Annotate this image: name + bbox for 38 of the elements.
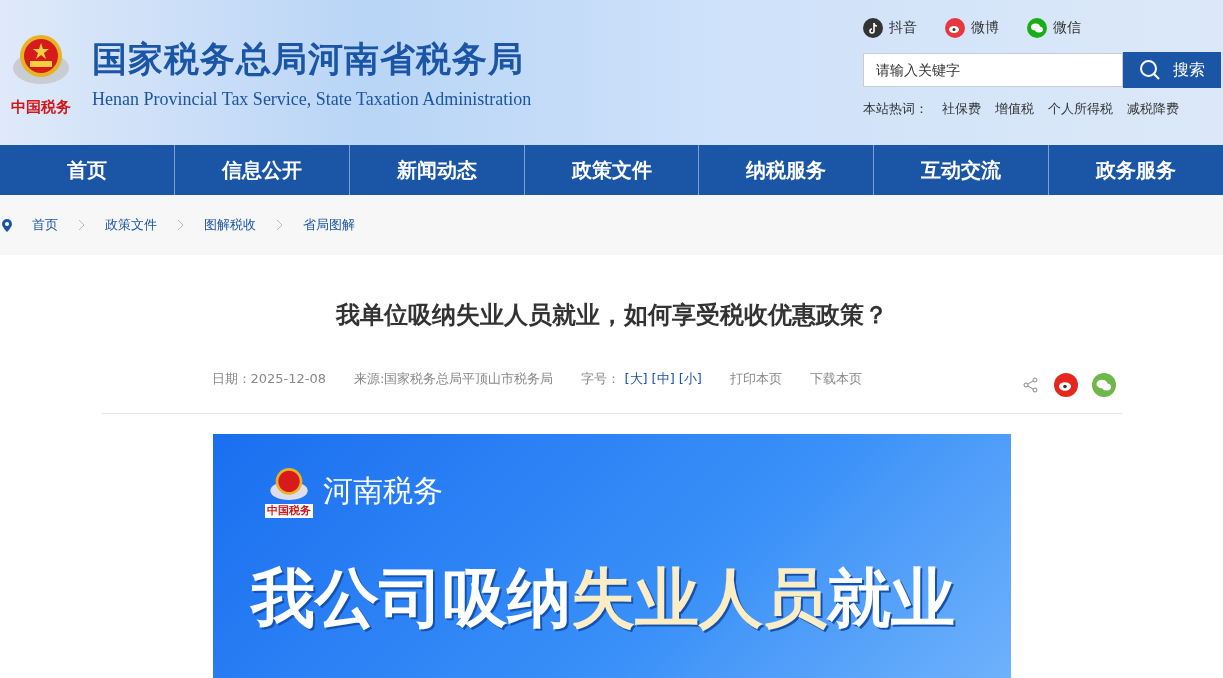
nav-item[interactable]: 首页 [0, 145, 174, 195]
chat-bubbles-icon [1027, 18, 1047, 38]
page-action-link[interactable]: 下载本页 [809, 370, 862, 388]
breadcrumb-link[interactable]: 首页 [32, 216, 58, 234]
logo-caption: 中国税务 [264, 504, 313, 519]
font-size-label: 字号： [581, 370, 621, 388]
font-size-link[interactable]: [大] [624, 370, 648, 388]
article-date: 日期：2025-12-08 [211, 370, 327, 388]
article-title: 我单位吸纳失业人员就业，如何享受税收优惠政策？ [335, 300, 888, 331]
page-action-link[interactable]: 打印本页 [729, 370, 782, 388]
site-subtitle: Henan Provincial Tax Service, State Taxation Administration [92, 88, 532, 110]
site-title: 国家税务总局河南省税务局 [92, 37, 525, 81]
chevron-icon [177, 219, 184, 231]
social-link[interactable]: 微博 [945, 18, 999, 38]
note-icon [863, 18, 883, 38]
hot-word-link[interactable]: 社保费 [942, 100, 981, 118]
chat-bubbles-icon[interactable] [1091, 373, 1116, 397]
hot-word-link[interactable]: 减税降费 [1127, 100, 1179, 118]
banner-headline: 我公司吸纳失业人员就业 [250, 560, 956, 638]
search-icon [1139, 59, 1161, 81]
breadcrumb-link[interactable]: 省局图解 [303, 216, 355, 234]
chevron-icon [78, 219, 85, 231]
breadcrumb-link[interactable]: 图解税收 [204, 216, 256, 234]
hot-words-label: 本站热词： [863, 100, 928, 118]
article-source: 来源:国家税务总局平顶山市税务局 [354, 370, 554, 388]
hot-word-link[interactable]: 增值税 [995, 100, 1034, 118]
search-field[interactable]: 请输入关键字 [863, 53, 1123, 87]
social-link[interactable]: 微信 [1027, 18, 1081, 38]
social-link[interactable]: 抖音 [863, 18, 917, 38]
search-button[interactable]: 搜索 [1123, 52, 1221, 88]
font-size-link[interactable]: [小] [678, 370, 702, 388]
share-icon[interactable] [1021, 376, 1040, 394]
chevron-icon [276, 219, 283, 231]
logo-caption: 中国税务 [11, 98, 71, 117]
hot-word-link[interactable]: 个人所得税 [1048, 100, 1113, 118]
breadcrumb-link[interactable]: 政策文件 [105, 216, 157, 234]
font-size-link[interactable]: [中] [651, 370, 675, 388]
banner-brand: 河南税务 [322, 471, 443, 510]
